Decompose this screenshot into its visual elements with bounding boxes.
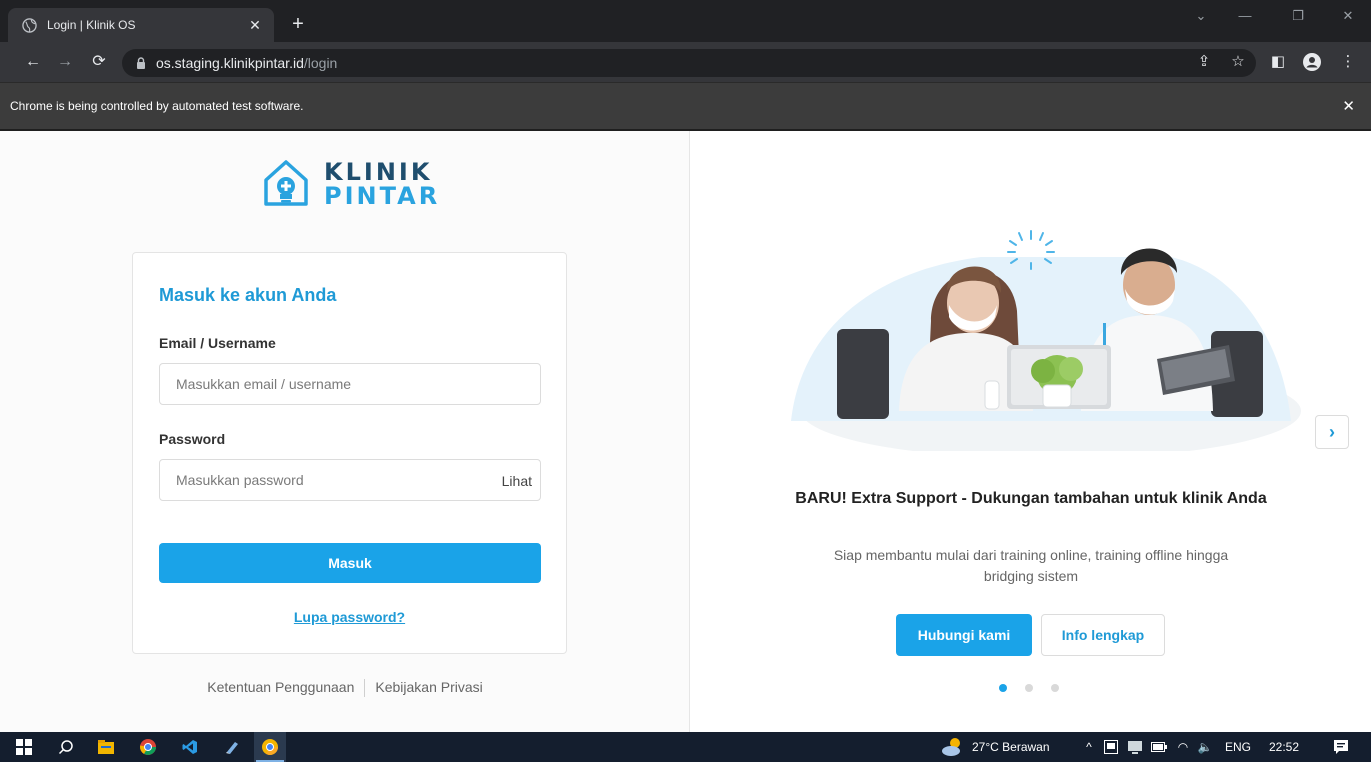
file-explorer-icon[interactable] [92,732,120,762]
windows-taskbar: 27°C Berawan ^ ◠ 🔈 ENG 22:52 [0,732,1371,762]
show-password-toggle[interactable]: Lihat [482,469,532,493]
clock-time[interactable]: 22:52 [1260,732,1308,762]
carousel-dot-3[interactable] [1051,684,1059,692]
side-panel-icon[interactable]: ◧ [1268,53,1288,71]
url-host: os.staging.klinikpintar.id [156,55,304,71]
login-card: Masuk ke akun Anda Email / Username Pass… [132,252,567,654]
weather-text[interactable]: 27°C Berawan [972,732,1078,762]
page-content: KLINIK PINTAR Masuk ke akun Anda Email /… [0,131,1371,732]
vscode-icon[interactable] [176,732,204,762]
carousel-next-button[interactable]: › [1315,415,1349,449]
logo-text-pintar: PINTAR [324,182,441,210]
address-bar[interactable]: os.staging.klinikpintar.id/login [122,49,1256,77]
carousel-dot-2[interactable] [1025,684,1033,692]
promo-title: BARU! Extra Support - Dukungan tambahan … [795,490,1267,507]
forgot-password-link[interactable]: Lupa password? [133,609,566,625]
back-icon[interactable]: ← [22,52,44,72]
promo-description: Siap membantu mulai dari training online… [833,547,1229,584]
contact-us-button[interactable]: Hubungi kami [896,614,1032,656]
automation-infobar: Chrome is being controlled by automated … [0,82,1371,131]
browser-toolbar: ← → ⟳ os.staging.klinikpintar.id/login ⇪… [0,42,1371,82]
chrome-icon[interactable] [134,732,162,762]
email-input[interactable] [159,363,541,405]
tab-title: Login | Klinik OS [47,18,136,32]
minimize-icon[interactable]: — [1230,8,1260,23]
house-plus-icon [264,160,308,206]
globe-icon [22,17,37,33]
chrome-active-icon[interactable] [254,732,286,762]
carousel-dots [999,684,1059,692]
notifications-icon[interactable] [1326,732,1356,762]
password-label: Password [159,431,226,447]
close-tab-icon[interactable]: ✕ [246,17,264,34]
lock-icon[interactable] [136,57,146,69]
forward-icon[interactable]: → [54,52,76,72]
battery-icon[interactable] [1148,732,1170,762]
tray-display-icon[interactable] [1124,732,1146,762]
close-window-icon[interactable]: ✕ [1333,8,1363,24]
menu-kebab-icon[interactable]: ⋮ [1338,53,1358,71]
carousel-dot-1[interactable] [999,684,1007,692]
search-icon[interactable] [52,732,80,762]
infobar-message: Chrome is being controlled by automated … [10,99,304,113]
footer-divider [364,679,366,698]
notepad-icon[interactable] [218,732,246,762]
tray-app-icon[interactable] [1100,732,1122,762]
email-label: Email / Username [159,335,276,351]
share-icon[interactable]: ⇪ [1194,53,1214,71]
volume-icon[interactable]: 🔈 [1194,732,1216,762]
new-tab-button[interactable]: + [286,12,310,36]
restore-icon[interactable]: ❐ [1283,8,1313,24]
browser-tab-strip: Login | Klinik OS ✕ + ⌄ — ❐ ✕ [0,0,1371,42]
reload-icon[interactable]: ⟳ [88,52,110,72]
tab-search-icon[interactable]: ⌄ [1186,8,1216,24]
profile-icon[interactable] [1302,53,1322,76]
url-path: /login [303,55,338,71]
support-team-illustration [791,230,1301,451]
input-language[interactable]: ENG [1218,732,1258,762]
privacy-link[interactable]: Kebijakan Privasi [375,679,482,695]
wifi-icon[interactable]: ◠ [1172,732,1194,762]
login-title: Masuk ke akun Anda [159,285,337,305]
infobar-close-icon[interactable]: ✕ [1342,97,1355,115]
login-button[interactable]: Masuk [159,543,541,583]
tray-expand-icon[interactable]: ^ [1080,732,1098,762]
chevron-right-icon: › [1329,421,1335,442]
weather-cloudy-icon[interactable] [938,732,968,762]
promo-pane: › BARU! Extra Support - Dukungan tambaha… [691,131,1371,732]
terms-link[interactable]: Ketentuan Penggunaan [207,679,354,695]
login-pane: KLINIK PINTAR Masuk ke akun Anda Email /… [0,131,690,732]
windows-start-icon[interactable] [10,732,38,762]
more-info-button[interactable]: Info lengkap [1041,614,1165,656]
logo-text-klinik: KLINIK [324,158,433,186]
bookmark-star-icon[interactable]: ☆ [1228,53,1248,71]
footer-links: Ketentuan Penggunaan Kebijakan Privasi [0,679,690,698]
klinik-pintar-logo: KLINIK PINTAR [262,158,440,210]
browser-tab[interactable]: Login | Klinik OS ✕ [8,8,274,42]
